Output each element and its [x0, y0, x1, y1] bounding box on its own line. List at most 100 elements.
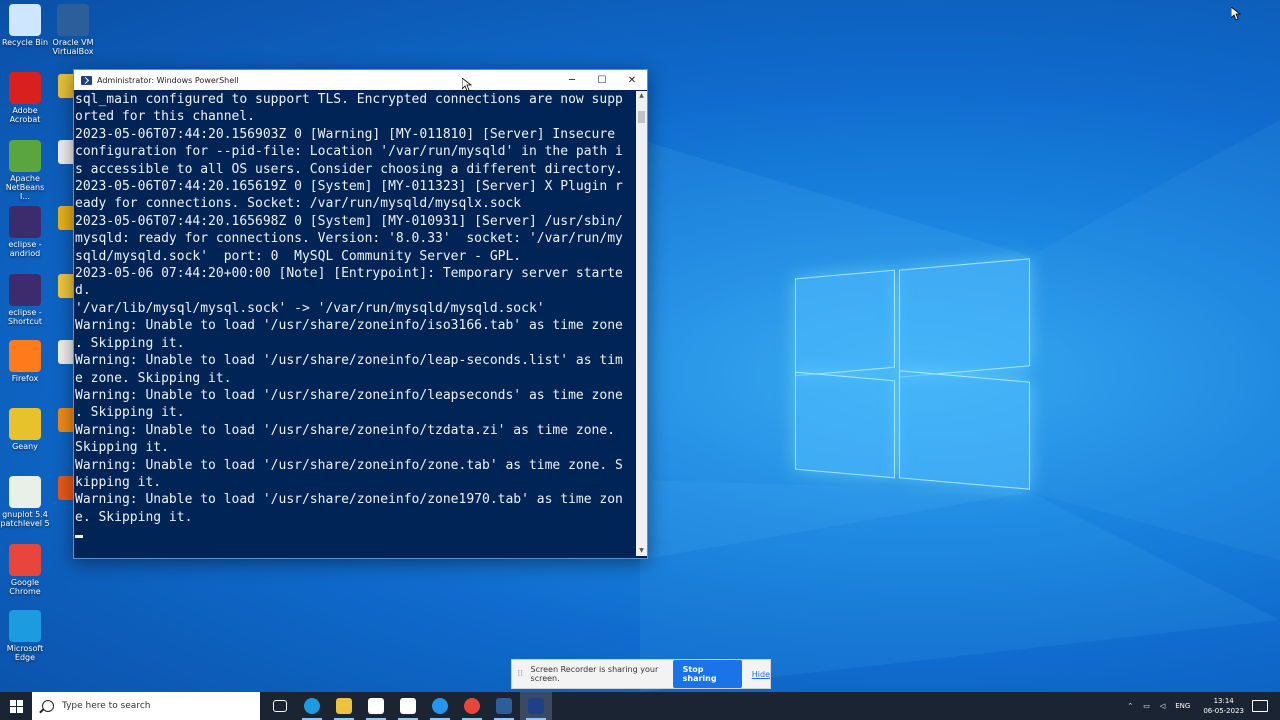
clock-date: 06-05-2023: [1203, 707, 1244, 715]
console-output[interactable]: sql_main configured to support TLS. Encr…: [75, 91, 635, 556]
desktop-icon[interactable]: Oracle VM VirtualBox: [48, 4, 98, 56]
window-title: Administrator: Windows PowerShell: [97, 75, 239, 85]
mail-taskbar-button[interactable]: [392, 692, 424, 720]
desktop-icon-partial[interactable]: [58, 340, 74, 370]
console-line: e. Skipping it.: [75, 509, 193, 525]
close-button[interactable]: ✕: [617, 70, 647, 90]
app-icon: [58, 206, 74, 230]
maximize-button[interactable]: ☐: [587, 70, 617, 90]
app-icon: [9, 476, 41, 508]
app-icon: [9, 4, 41, 36]
desktop-icon[interactable]: eclipse - Shortcut: [0, 274, 50, 326]
powershell-taskbar-button[interactable]: [520, 692, 552, 720]
desktop-icon[interactable]: Microsoft Edge: [0, 610, 50, 662]
chrome-taskbar-button[interactable]: [456, 692, 488, 720]
desktop-icon-label: Oracle VM VirtualBox: [52, 38, 94, 56]
desktop-icon-label: Microsoft Edge: [6, 644, 44, 662]
edge-taskbar-button[interactable]: [296, 692, 328, 720]
search-box[interactable]: Type here to search: [32, 692, 260, 720]
virtualbox-icon: [496, 698, 512, 714]
taskbar: Type here to search ⌃ ▭ ◁ ENG 13:14 06-0…: [0, 692, 1280, 720]
desktop-icon[interactable]: Recycle Bin: [0, 4, 50, 47]
desktop-icon-label: Google Chrome: [9, 578, 41, 596]
docker-taskbar-button[interactable]: [424, 692, 456, 720]
desktop-icon[interactable]: Firefox: [0, 340, 50, 383]
chevron-up-icon[interactable]: ⌃: [1127, 702, 1133, 710]
app-icon: [58, 476, 74, 500]
desktop-icon[interactable]: Adobe Acrobat: [0, 72, 50, 124]
drag-handle-icon[interactable]: ⁞⁞: [516, 669, 525, 679]
console-line: sql_main configured to support TLS. Encr…: [75, 92, 623, 107]
console-line: orted for this channel.: [75, 109, 256, 125]
console-line: configuration for --pid-file: Location '…: [75, 144, 623, 160]
screen-recorder-banner: ⁞⁞ Screen Recorder is sharing your scree…: [511, 659, 771, 689]
console-line: eady for connections. Socket: /var/run/m…: [75, 196, 522, 212]
clock-time: 13:14: [1213, 697, 1234, 705]
console-scrollbar[interactable]: ▲ ▼: [636, 91, 647, 556]
app-icon: [9, 206, 41, 238]
docker-icon: [432, 698, 448, 714]
app-icon: [58, 408, 74, 432]
app-icon: [57, 4, 89, 36]
desktop-icon-partial[interactable]: [58, 274, 74, 304]
powershell-icon: [528, 698, 544, 714]
scroll-down-icon[interactable]: ▼: [636, 546, 647, 556]
app-icon: [58, 274, 74, 298]
store-icon: [368, 698, 384, 714]
desktop-icon-partial[interactable]: [58, 74, 74, 104]
app-icon: [9, 140, 41, 172]
desktop-icon[interactable]: gnuplot 5.4 patchlevel 5: [0, 476, 50, 528]
app-icon: [58, 74, 74, 98]
desktop-icon-label: eclipse - andriod: [8, 240, 42, 258]
desktop-icon[interactable]: Google Chrome: [0, 544, 50, 596]
mouse-pointer-icon: [1231, 7, 1241, 21]
console-line: Warning: Unable to load '/usr/share/zone…: [75, 492, 623, 508]
search-icon: [42, 700, 54, 712]
app-icon: [58, 140, 74, 164]
text-cursor: [75, 535, 83, 539]
language-indicator[interactable]: ENG: [1175, 702, 1190, 710]
windows-icon: [9, 699, 23, 713]
console-line: e zone. Skipping it.: [75, 370, 232, 386]
network-icon[interactable]: ▭: [1143, 702, 1150, 710]
desktop-icon-partial[interactable]: [58, 206, 74, 236]
console-line: s accessible to all OS users. Consider c…: [75, 161, 623, 177]
powershell-titlebar[interactable]: Administrator: Windows PowerShell ─ ☐ ✕: [74, 70, 647, 90]
mouse-pointer-icon: [462, 78, 472, 92]
stop-sharing-button[interactable]: Stop sharing: [672, 660, 742, 688]
desktop-icon-partial[interactable]: [58, 476, 74, 506]
desktop-icon-partial[interactable]: [58, 140, 74, 170]
app-icon: [9, 544, 41, 576]
virtualbox-taskbar-button[interactable]: [488, 692, 520, 720]
search-placeholder: Type here to search: [62, 701, 151, 711]
taskbar-apps: [264, 692, 552, 720]
desktop-icon-label: Geany: [12, 442, 38, 451]
console-line: kipping it.: [75, 474, 162, 490]
mail-icon: [400, 698, 416, 714]
windows-logo-wallpaper: [795, 256, 1030, 492]
desktop-icon-label: Apache NetBeans I...: [5, 174, 45, 201]
console-line: 2023-05-06T07:44:20.165698Z 0 [System] […: [75, 213, 623, 229]
desktop-icon-label: eclipse - Shortcut: [7, 308, 43, 326]
clock[interactable]: 13:14 06-05-2023: [1203, 696, 1244, 716]
desktop-icon-partial[interactable]: [58, 408, 74, 438]
app-icon: [9, 408, 41, 440]
hide-link[interactable]: Hide: [752, 670, 770, 679]
file-explorer-taskbar-button[interactable]: [328, 692, 360, 720]
desktop-icon[interactable]: Geany: [0, 408, 50, 451]
desktop-icon[interactable]: Apache NetBeans I...: [0, 140, 50, 201]
scroll-up-icon[interactable]: ▲: [636, 91, 647, 101]
notification-icon[interactable]: [1252, 700, 1268, 712]
task-view-taskbar-button[interactable]: [264, 692, 296, 720]
desktop-icon[interactable]: eclipse - andriod: [0, 206, 50, 258]
start-button[interactable]: [0, 692, 32, 720]
speaker-icon[interactable]: ◁: [1160, 702, 1165, 710]
store-taskbar-button[interactable]: [360, 692, 392, 720]
minimize-button[interactable]: ─: [557, 70, 587, 90]
desktop-icon-label: Adobe Acrobat: [9, 106, 41, 124]
powershell-window[interactable]: Administrator: Windows PowerShell ─ ☐ ✕ …: [73, 69, 648, 559]
scroll-thumb[interactable]: [638, 111, 645, 123]
console-line: 2023-05-06 07:44:20+00:00 [Note] [Entryp…: [75, 266, 623, 282]
console-line: sqld/mysqld.sock' port: 0 MySQL Communit…: [75, 248, 522, 264]
console-prompt[interactable]: [75, 526, 635, 543]
